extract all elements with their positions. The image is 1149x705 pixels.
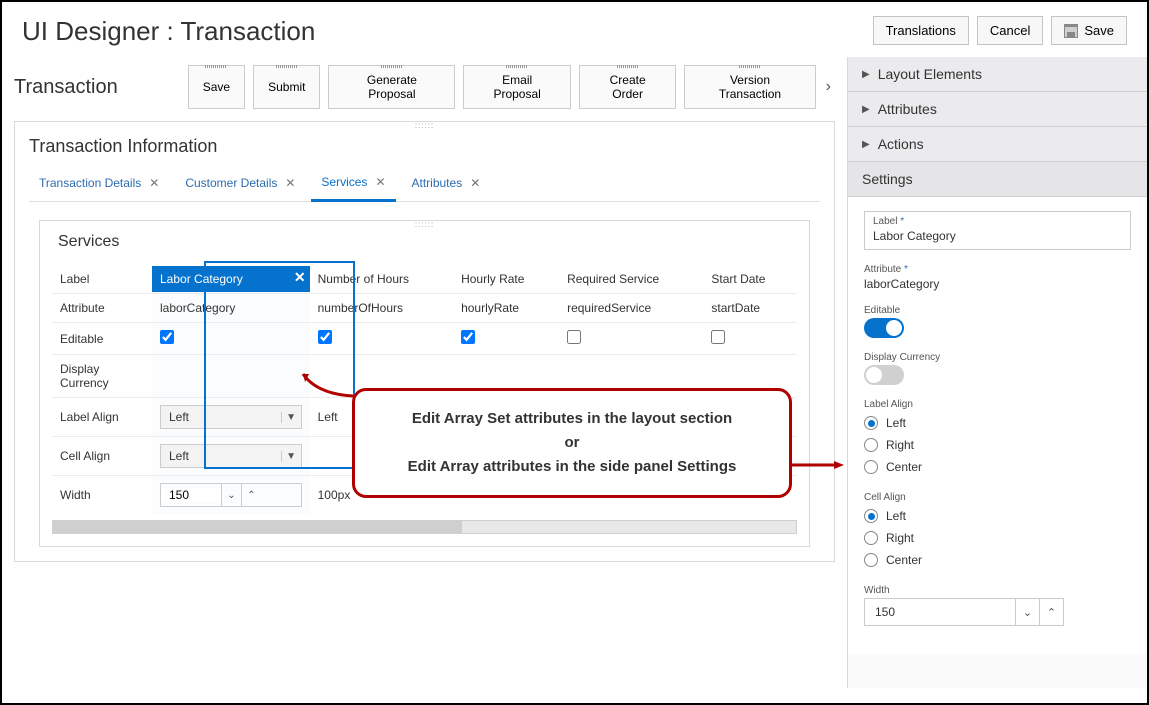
la-radios-right[interactable]: Right (864, 434, 1131, 456)
row-label: Width (52, 476, 152, 515)
action-generate-proposal[interactable]: Generate Proposal (328, 65, 455, 109)
row-label: Label (52, 265, 152, 294)
chevron-down-icon[interactable]: ⌄ (1015, 599, 1039, 625)
tab-attributes[interactable]: Attributes✕ (402, 169, 491, 201)
sub-title: Transaction (14, 76, 118, 99)
editable-checkbox[interactable] (711, 330, 725, 344)
display-currency-toggle[interactable] (864, 365, 904, 385)
row-label: Label Align (52, 398, 152, 437)
label-field-label: Label (873, 216, 897, 227)
row-label: Editable (52, 323, 152, 355)
action-submit[interactable]: Submit (253, 65, 320, 109)
accordion-attributes[interactable]: ▶Attributes (848, 92, 1147, 127)
close-icon[interactable]: ✕ (285, 176, 295, 190)
editable-checkbox[interactable] (160, 330, 174, 344)
column-attribute: numberOfHours (310, 294, 453, 323)
column-attribute: startDate (703, 294, 797, 323)
column-label[interactable]: Number of Hours (310, 265, 453, 294)
width-input[interactable] (161, 488, 221, 502)
accordion-actions[interactable]: ▶Actions (848, 127, 1147, 162)
cell-align-select[interactable]: Left▼ (160, 444, 302, 468)
cell-align-label: Cell Align (864, 492, 1131, 503)
radio-icon (864, 531, 878, 545)
chevron-down-icon[interactable]: ▼ (281, 451, 301, 462)
chevron-down-icon[interactable]: ⌄ (221, 484, 241, 506)
editable-checkbox[interactable] (461, 330, 475, 344)
width-label: Width (864, 585, 1131, 596)
label-value[interactable]: Labor Category (873, 229, 1122, 243)
attribute-value: laborCategory (864, 277, 1131, 291)
action-save[interactable]: Save (188, 65, 245, 109)
editable-checkbox[interactable] (318, 330, 332, 344)
accordion-layout-elements[interactable]: ▶Layout Elements (848, 57, 1147, 92)
editable-checkbox[interactable] (567, 330, 581, 344)
chevron-up-icon[interactable]: ⌃ (1039, 599, 1063, 625)
la-radios-left[interactable]: Left (864, 412, 1131, 434)
la-radios-center[interactable]: Center (864, 456, 1131, 478)
translations-button[interactable]: Translations (873, 16, 969, 45)
tab-transaction-details[interactable]: Transaction Details✕ (29, 169, 169, 201)
panel-title: Transaction Information (29, 136, 820, 157)
radio-icon (864, 460, 878, 474)
radio-icon (864, 438, 878, 452)
ca-radios-center[interactable]: Center (864, 549, 1131, 571)
radio-icon (864, 509, 878, 523)
column-label[interactable]: Start Date (703, 265, 797, 294)
column-label[interactable]: Hourly Rate (453, 265, 559, 294)
attribute-field-label: Attribute (864, 264, 901, 275)
label-align-label: Label Align (864, 399, 1131, 410)
width-stepper[interactable]: ⌄⌃ (160, 483, 302, 507)
close-icon[interactable]: ✕ (294, 269, 306, 286)
arrow-right-icon (789, 461, 844, 469)
chevron-right-icon: ▶ (862, 69, 870, 80)
ca-radios-right[interactable]: Right (864, 527, 1131, 549)
chevron-up-icon[interactable]: ⌃ (241, 484, 261, 506)
accordion-settings[interactable]: Settings (848, 162, 1147, 197)
services-title: Services (52, 233, 797, 251)
annotation-callout: Edit Array Set attributes in the layout … (352, 388, 792, 498)
width-stepper[interactable]: 150 ⌄ ⌃ (864, 598, 1064, 626)
column-attribute: laborCategory (152, 294, 310, 323)
close-icon[interactable]: ✕ (375, 175, 385, 189)
arrow-left-icon (297, 368, 355, 398)
page-title: UI Designer : Transaction (22, 16, 315, 47)
row-label: Display Currency (52, 355, 152, 398)
close-icon[interactable]: ✕ (470, 176, 480, 190)
action-version-transaction[interactable]: Version Transaction (684, 65, 815, 109)
column-label[interactable]: Required Service (559, 265, 703, 294)
radio-icon (864, 416, 878, 430)
ca-radios-left[interactable]: Left (864, 505, 1131, 527)
save-icon (1064, 24, 1078, 38)
chevron-right-icon: ▶ (862, 104, 870, 115)
editable-label: Editable (864, 305, 1131, 316)
action-email-proposal[interactable]: Email Proposal (463, 65, 571, 109)
display-currency-label: Display Currency (864, 352, 1131, 363)
drag-handle-icon[interactable]: :::::: (415, 121, 434, 130)
drag-handle-icon[interactable]: :::::: (415, 220, 434, 229)
editable-toggle[interactable] (864, 318, 904, 338)
label-align-select[interactable]: Left▼ (160, 405, 302, 429)
radio-icon (864, 553, 878, 567)
tab-customer-details[interactable]: Customer Details✕ (175, 169, 305, 201)
horizontal-scrollbar[interactable] (52, 520, 797, 534)
row-label: Attribute (52, 294, 152, 323)
chevron-down-icon[interactable]: ▼ (281, 412, 301, 423)
action-create-order[interactable]: Create Order (579, 65, 676, 109)
column-attribute: hourlyRate (453, 294, 559, 323)
actions-overflow-chevron[interactable]: › (822, 72, 835, 102)
tab-services[interactable]: Services✕ (311, 169, 395, 202)
save-button[interactable]: Save (1051, 16, 1127, 45)
chevron-right-icon: ▶ (862, 139, 870, 150)
column-attribute: requiredService (559, 294, 703, 323)
close-icon[interactable]: ✕ (149, 176, 159, 190)
selected-column-header[interactable]: Labor Category✕ (152, 266, 310, 292)
cancel-button[interactable]: Cancel (977, 16, 1043, 45)
row-label: Cell Align (52, 437, 152, 476)
